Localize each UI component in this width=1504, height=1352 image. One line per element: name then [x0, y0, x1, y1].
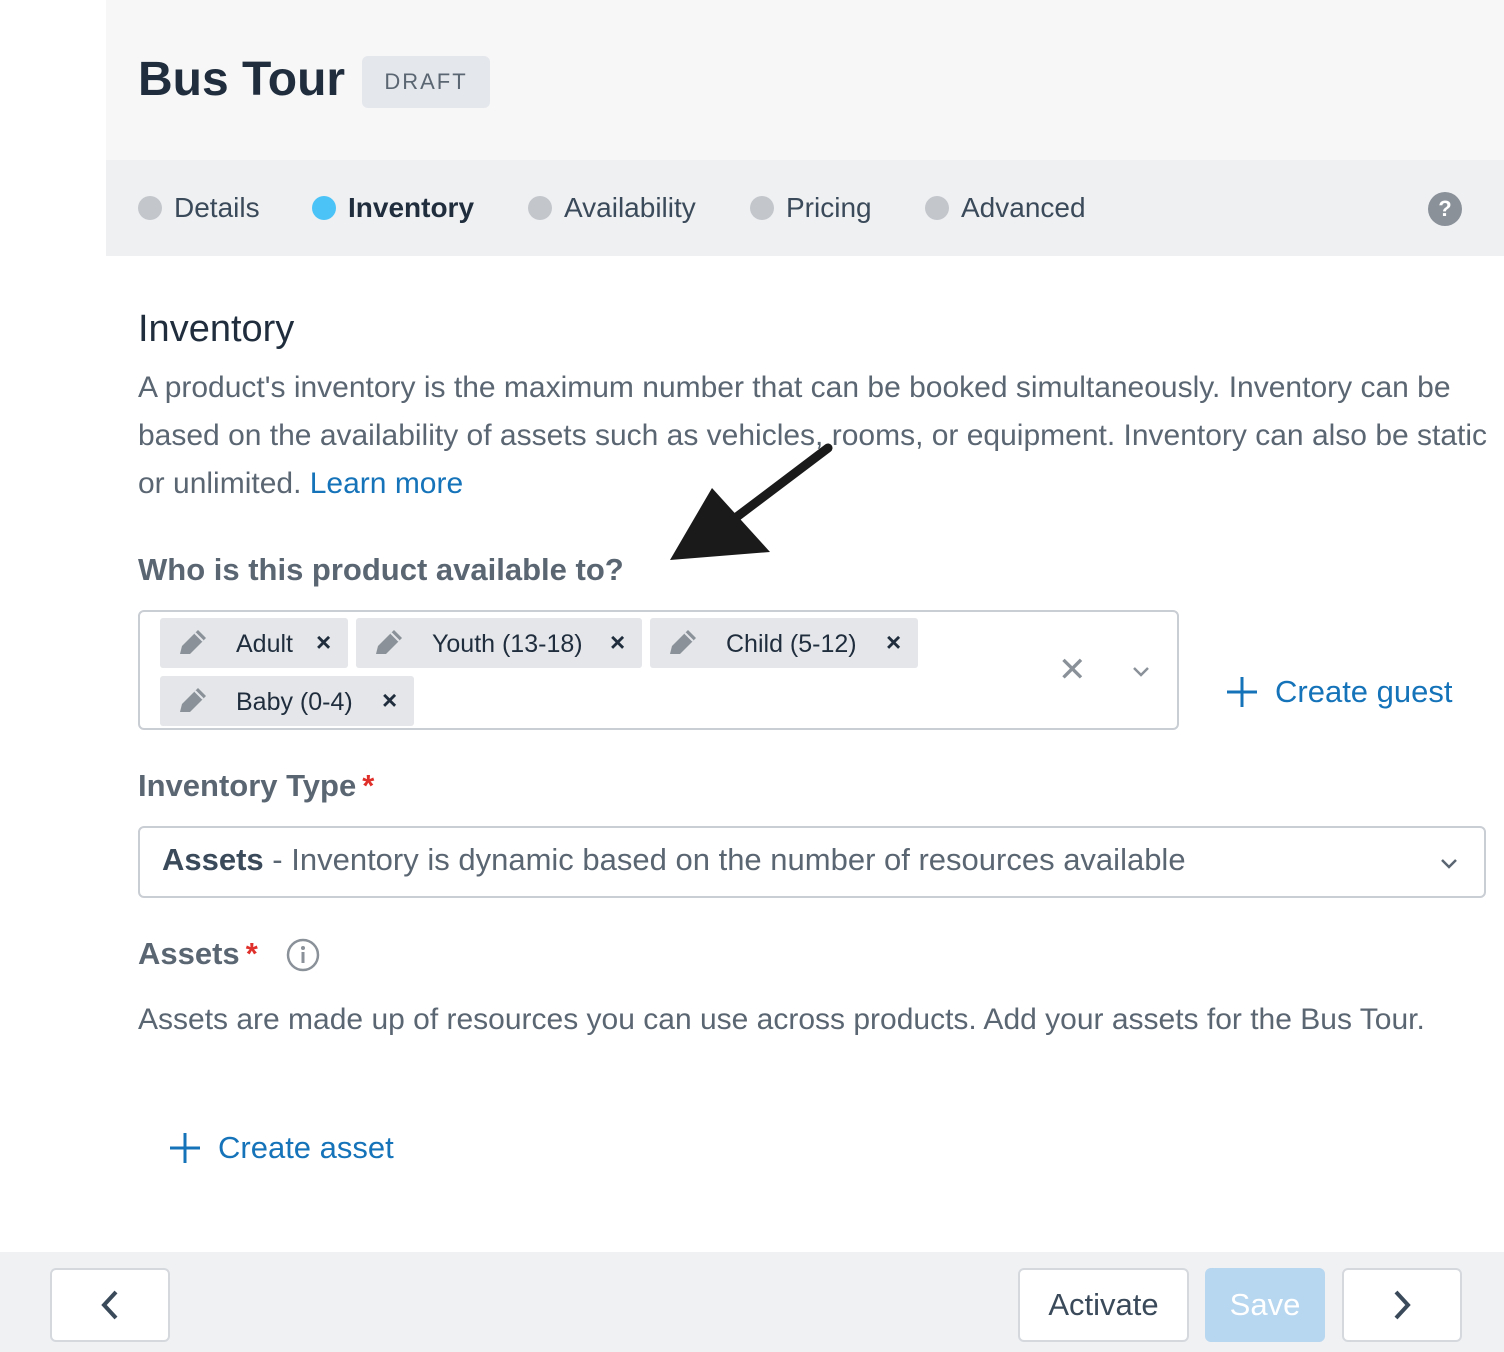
required-mark: * — [245, 936, 258, 971]
chevron-down-icon[interactable] — [1130, 660, 1152, 682]
step-tabs: Details Inventory Availability Pricing A… — [106, 160, 1504, 256]
assets-description: Assets are made up of resources you can … — [138, 1003, 1425, 1036]
close-icon[interactable]: × — [886, 627, 901, 658]
close-icon[interactable]: × — [316, 627, 331, 658]
status-badge: DRAFT — [362, 56, 490, 108]
tab-details[interactable]: Details — [138, 190, 260, 226]
tab-label: Inventory — [348, 192, 475, 223]
inventory-type-value: Assets - Inventory is dynamic based on t… — [162, 842, 1186, 878]
pencil-icon[interactable] — [372, 628, 406, 658]
inventory-type-label-text: Inventory Type — [138, 768, 357, 803]
tab-label: Availability — [564, 192, 696, 223]
annotation-arrow — [670, 443, 833, 560]
plus-icon — [1227, 677, 1257, 707]
tab-label: Pricing — [786, 192, 872, 223]
selected-option-desc: - Inventory is dynamic based on the numb… — [263, 842, 1186, 877]
chip-label: Adult — [236, 630, 293, 658]
assets-label: Assets * — [138, 936, 258, 972]
guest-multiselect[interactable]: Adult × Youth (13-18) × Child (5-12) × B… — [138, 610, 1179, 730]
guest-chip-adult[interactable]: Adult × — [160, 618, 348, 668]
tab-inventory[interactable]: Inventory — [312, 190, 474, 226]
tab-pricing[interactable]: Pricing — [750, 190, 872, 226]
inventory-type-label: Inventory Type * — [138, 768, 374, 804]
tab-label: Advanced — [961, 192, 1086, 223]
chip-label: Baby (0-4) — [236, 688, 353, 716]
tab-status-dot — [750, 196, 774, 220]
pencil-icon[interactable] — [176, 628, 210, 658]
chevron-right-icon — [1394, 1290, 1411, 1320]
create-guest-label: Create guest — [1275, 674, 1453, 709]
clear-all-icon[interactable]: ✕ — [1058, 650, 1087, 690]
create-asset-button[interactable]: Create asset — [168, 1130, 394, 1166]
tab-status-dot — [528, 196, 552, 220]
plus-icon — [170, 1133, 200, 1163]
help-icon[interactable]: ? — [1428, 192, 1462, 226]
create-asset-label: Create asset — [218, 1130, 394, 1165]
inventory-type-select[interactable]: Assets - Inventory is dynamic based on t… — [138, 826, 1486, 898]
guest-chip-youth[interactable]: Youth (13-18) × — [356, 618, 642, 668]
tab-label: Details — [174, 192, 260, 223]
page-header: Bus Tour DRAFT — [106, 0, 1504, 160]
pencil-icon[interactable] — [176, 686, 210, 716]
page-title: Bus Tour — [138, 53, 346, 106]
chevron-down-icon[interactable] — [1438, 852, 1460, 874]
assets-label-text: Assets — [138, 936, 240, 971]
tab-status-dot — [925, 196, 949, 220]
tab-status-dot — [138, 196, 162, 220]
chevron-left-icon — [101, 1290, 118, 1320]
pencil-icon[interactable] — [666, 628, 700, 658]
required-mark: * — [362, 768, 375, 803]
guests-label: Who is this product available to? — [138, 552, 624, 587]
guest-chip-baby[interactable]: Baby (0-4) × — [160, 676, 414, 726]
save-button[interactable]: Save — [1205, 1268, 1325, 1342]
info-icon[interactable] — [286, 938, 320, 972]
close-icon[interactable]: × — [382, 685, 397, 716]
create-guest-button[interactable]: Create guest — [1225, 674, 1453, 710]
close-icon[interactable]: × — [610, 627, 625, 658]
selected-option-name: Assets — [162, 842, 264, 877]
tab-status-dot — [312, 196, 336, 220]
section-title: Inventory — [138, 308, 295, 350]
activate-button[interactable]: Activate — [1018, 1268, 1189, 1342]
previous-button[interactable] — [50, 1268, 170, 1342]
chip-label: Youth (13-18) — [432, 630, 583, 658]
tab-advanced[interactable]: Advanced — [925, 190, 1086, 226]
tab-availability[interactable]: Availability — [528, 190, 696, 226]
learn-more-link[interactable]: Learn more — [310, 467, 463, 500]
next-button[interactable] — [1342, 1268, 1462, 1342]
chip-label: Child (5-12) — [726, 630, 857, 658]
footer-bar: Activate Save — [0, 1252, 1504, 1352]
guest-chip-child[interactable]: Child (5-12) × — [650, 618, 918, 668]
